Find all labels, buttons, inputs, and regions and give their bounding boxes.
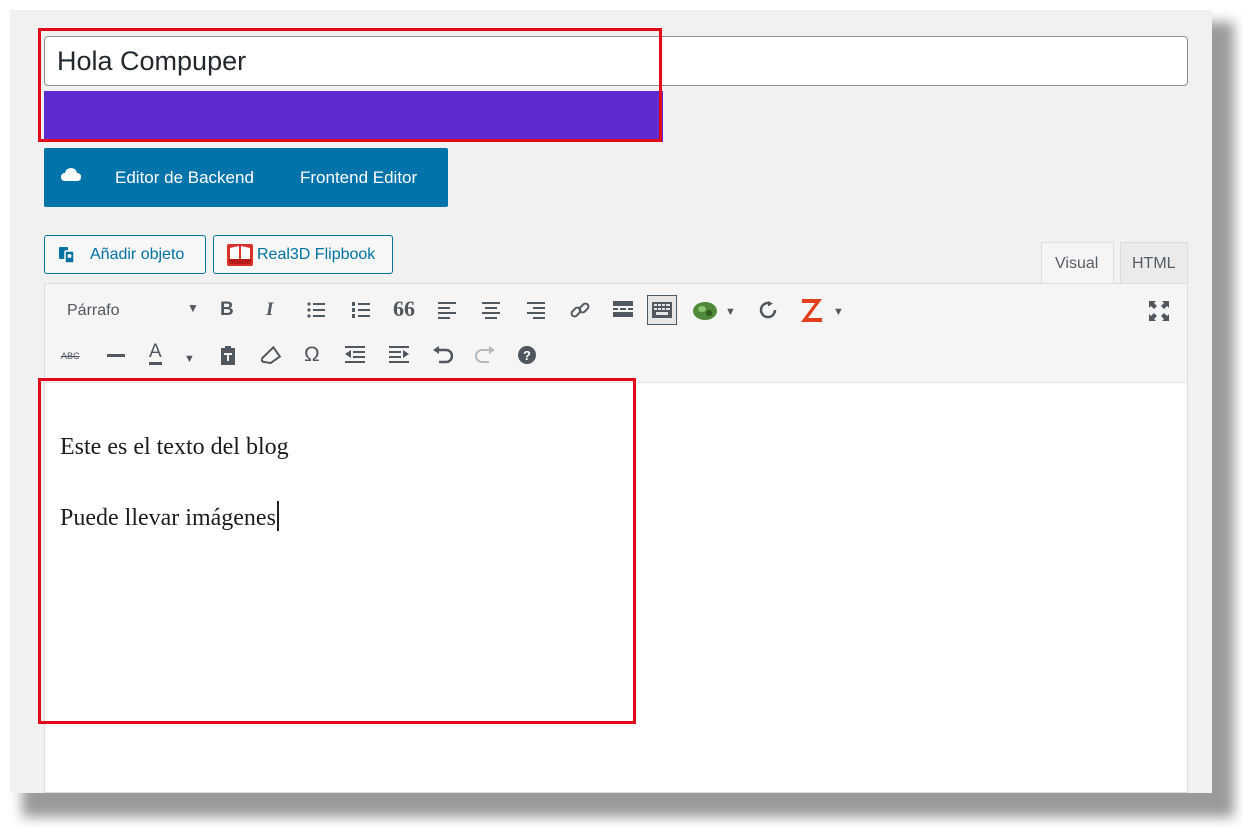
italic-icon[interactable]: I bbox=[266, 298, 273, 322]
read-more-icon[interactable] bbox=[613, 301, 633, 317]
purple-banner bbox=[44, 91, 663, 142]
content-paragraph: Este es el texto del blog bbox=[60, 434, 289, 460]
format-select-value: Párrafo bbox=[67, 302, 120, 319]
post-title-value: Hola Compuper bbox=[57, 46, 247, 76]
align-center-icon[interactable] bbox=[482, 301, 500, 319]
fullscreen-icon[interactable] bbox=[1149, 301, 1169, 321]
post-title-input[interactable]: Hola Compuper bbox=[44, 36, 1188, 86]
undo-icon[interactable] bbox=[433, 346, 453, 364]
outdent-icon[interactable] bbox=[345, 346, 365, 364]
plugin-dropdown-icon[interactable]: ▼ bbox=[725, 300, 736, 324]
paste-text-icon[interactable] bbox=[219, 345, 237, 365]
content-paragraph: Puede llevar imágenes bbox=[60, 505, 276, 531]
indent-icon[interactable] bbox=[389, 346, 409, 364]
chevron-down-icon: ▼ bbox=[187, 301, 199, 315]
frontend-editor-button[interactable]: Frontend Editor bbox=[300, 168, 417, 188]
bullet-list-icon[interactable] bbox=[307, 302, 325, 318]
link-icon[interactable] bbox=[569, 299, 591, 321]
flipbook-icon bbox=[227, 244, 253, 266]
numbered-list-icon[interactable] bbox=[352, 302, 370, 318]
backend-editor-button[interactable]: Editor de Backend bbox=[115, 168, 254, 188]
refresh-icon[interactable] bbox=[758, 301, 778, 319]
text-color-icon[interactable]: A bbox=[149, 342, 162, 365]
tab-visual-label: Visual bbox=[1055, 255, 1099, 272]
z-dropdown-icon[interactable]: ▼ bbox=[833, 300, 844, 324]
redo-icon[interactable] bbox=[475, 346, 495, 364]
align-right-icon[interactable] bbox=[527, 301, 545, 319]
tab-visual[interactable]: Visual bbox=[1041, 242, 1114, 284]
plugin-icon[interactable] bbox=[692, 300, 720, 322]
text-color-dropdown-icon[interactable]: ▼ bbox=[184, 347, 195, 371]
content-paragraph-with-caret: Puede llevar imágenes bbox=[60, 501, 289, 532]
tab-html-label: HTML bbox=[1132, 255, 1176, 272]
toolbar-toggle-icon[interactable] bbox=[647, 295, 677, 325]
cloud-logo-icon bbox=[61, 168, 81, 181]
editor-content[interactable]: Este es el texto del blog Puede llevar i… bbox=[60, 434, 289, 532]
real3d-flipbook-button[interactable]: Real3D Flipbook bbox=[213, 235, 393, 274]
special-character-icon[interactable]: Ω bbox=[304, 343, 320, 367]
editor-area: Párrafo ▼ B I 66 ▼ ▼ ABC A ▼ Ω ? Este es… bbox=[44, 283, 1188, 793]
strikethrough-icon[interactable]: ABC bbox=[61, 344, 80, 368]
text-caret bbox=[276, 501, 279, 531]
editor-toolbar: Párrafo ▼ B I 66 ▼ ▼ ABC A ▼ Ω ? bbox=[45, 284, 1187, 383]
blockquote-icon[interactable]: 66 bbox=[393, 297, 415, 321]
clear-format-icon[interactable] bbox=[261, 346, 281, 364]
align-left-icon[interactable] bbox=[438, 301, 456, 319]
z-icon[interactable] bbox=[800, 296, 824, 324]
flipbook-label: Real3D Flipbook bbox=[257, 246, 376, 263]
add-media-icon bbox=[59, 247, 75, 264]
horizontal-line-icon[interactable] bbox=[107, 354, 125, 357]
svg-text:?: ? bbox=[523, 348, 531, 363]
format-select[interactable]: Párrafo ▼ bbox=[55, 294, 207, 326]
tab-html[interactable]: HTML bbox=[1120, 242, 1188, 284]
add-object-button[interactable]: Añadir objeto bbox=[44, 235, 206, 274]
help-icon[interactable]: ? bbox=[517, 345, 537, 365]
bold-icon[interactable]: B bbox=[220, 298, 234, 322]
page-builder-bar: Editor de Backend Frontend Editor bbox=[44, 148, 448, 207]
add-object-label: Añadir objeto bbox=[90, 246, 185, 263]
